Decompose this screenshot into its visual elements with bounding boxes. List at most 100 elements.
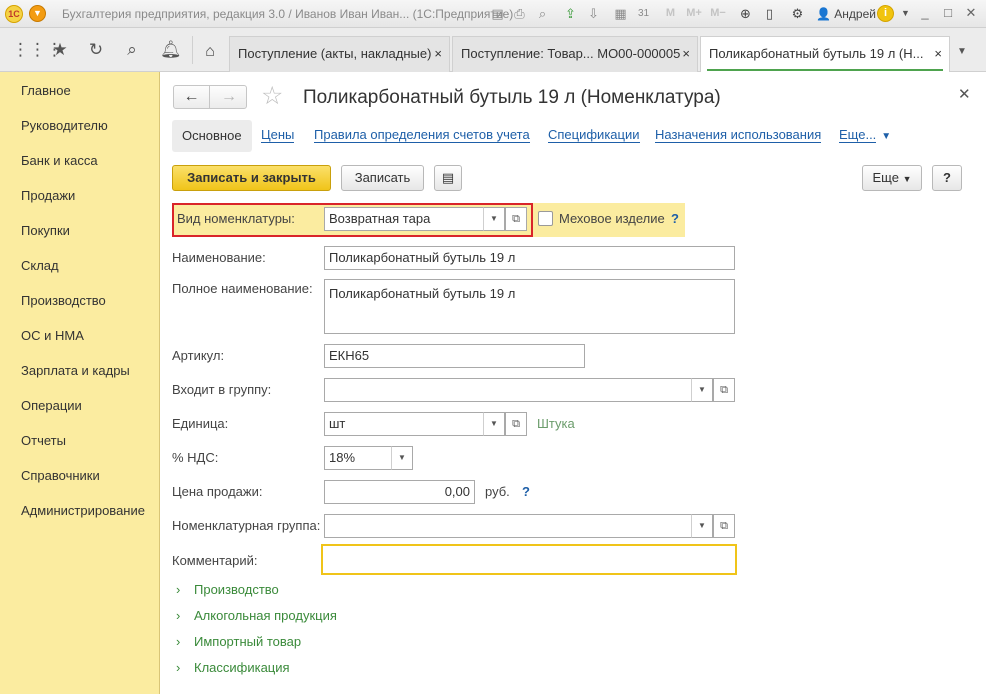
fur-product-checkbox[interactable]	[538, 211, 553, 226]
unit-field[interactable]: шт	[324, 412, 490, 436]
price-field[interactable]: 0,00	[324, 480, 475, 504]
sidebar-item-operations[interactable]: Операции	[21, 398, 82, 413]
info-dropdown-icon[interactable]: ▼	[897, 5, 914, 22]
window-icon[interactable]: ▯	[761, 5, 778, 22]
group-classification[interactable]: › Классификация	[176, 660, 290, 675]
more-actions-button[interactable]: Еще ▼	[862, 165, 922, 191]
minimize-button[interactable]: _	[915, 4, 935, 22]
save-button[interactable]: Записать	[341, 165, 424, 191]
comment-label: Комментарий:	[172, 553, 258, 568]
chevron-down-icon: ▼	[902, 174, 912, 184]
sidebar-item-catalogs[interactable]: Справочники	[21, 468, 100, 483]
info-icon[interactable]: i	[877, 5, 894, 22]
comment-field[interactable]	[321, 544, 737, 575]
sidebar-item-production[interactable]: Производство	[21, 293, 106, 308]
maximize-button[interactable]: □	[938, 4, 958, 22]
help-button[interactable]: ?	[932, 165, 962, 191]
chevron-down-icon[interactable]: ▼	[483, 412, 505, 436]
tabs-dropdown-icon[interactable]: ▼	[955, 46, 969, 58]
favorites-star-icon[interactable]: ★	[50, 40, 70, 60]
print-icon[interactable]: ⎙	[511, 5, 528, 22]
home-icon[interactable]: ⌂	[195, 36, 225, 72]
sidebar: Главное Руководителю Банк и касса Продаж…	[0, 72, 160, 694]
article-field[interactable]: ЕКН65	[324, 344, 585, 368]
download-icon[interactable]: ⇩	[585, 5, 602, 22]
sidebar-item-assets[interactable]: ОС и НМА	[21, 328, 84, 343]
user-name[interactable]: 👤 Андрей	[816, 7, 876, 21]
history-icon[interactable]: ↻	[86, 40, 106, 60]
open-icon[interactable]: ⧉	[505, 207, 527, 231]
main-menu-icon[interactable]: ▼	[29, 5, 46, 22]
apps-grid-icon[interactable]: ⋮⋮⋮	[12, 40, 63, 60]
page-title: Поликарбонатный бутыль 19 л (Номенклатур…	[303, 87, 721, 108]
sidebar-item-main[interactable]: Главное	[21, 83, 71, 98]
tab-usage-purposes[interactable]: Назначения использования	[655, 128, 822, 143]
favorite-star-icon[interactable]: ☆	[261, 83, 283, 109]
memory-plus-icon[interactable]: M+	[684, 5, 704, 22]
chevron-right-icon: ›	[176, 660, 181, 675]
memory-m-icon[interactable]: M	[662, 5, 679, 22]
group-production[interactable]: › Производство	[176, 582, 279, 597]
full-name-field[interactable]: Поликарбонатный бутыль 19 л	[324, 279, 735, 334]
sidebar-item-purchases[interactable]: Покупки	[21, 223, 70, 238]
sidebar-item-payroll[interactable]: Зарплата и кадры	[21, 363, 130, 378]
close-icon[interactable]: ×	[434, 37, 442, 71]
name-label: Наименование:	[172, 250, 266, 265]
open-icon[interactable]: ⧉	[505, 412, 527, 436]
tab-account-rules[interactable]: Правила определения счетов учета	[314, 128, 530, 143]
settings-icon[interactable]: ⚙	[789, 5, 806, 22]
save-and-close-button[interactable]: Записать и закрыть	[172, 165, 331, 191]
full-name-label: Полное наименование:	[172, 281, 313, 296]
tab-receipt-doc[interactable]: Поступление: Товар... МО00-000005 ×	[452, 36, 698, 72]
forward-arrow-icon[interactable]: →	[211, 86, 247, 108]
close-form-icon[interactable]: ✕	[958, 85, 971, 103]
sidebar-item-manager[interactable]: Руководителю	[21, 118, 108, 133]
fur-help-icon[interactable]: ?	[671, 211, 679, 226]
open-icon[interactable]: ⧉	[713, 378, 735, 402]
tab-specifications[interactable]: Спецификации	[548, 128, 640, 143]
chevron-right-icon: ›	[176, 634, 181, 649]
tab-nomenclature[interactable]: Поликарбонатный бутыль 19 л (Н... ×	[700, 36, 950, 73]
memory-minus-icon[interactable]: M−	[708, 5, 728, 22]
back-arrow-icon[interactable]: ←	[174, 86, 210, 108]
upload-icon[interactable]: ⇪	[562, 5, 579, 22]
price-help-icon[interactable]: ?	[522, 484, 530, 499]
open-icon[interactable]: ⧉	[713, 514, 735, 538]
user-icon: 👤	[816, 7, 831, 21]
chevron-down-icon[interactable]: ▼	[483, 207, 505, 231]
search-icon[interactable]: ⌕	[122, 40, 142, 60]
tab-main[interactable]: Основное	[172, 120, 252, 152]
calendar-icon[interactable]: 31	[635, 5, 652, 22]
nomenclature-type-field[interactable]: Возвратная тара	[324, 207, 490, 231]
nomenclature-form: ← → ☆ Поликарбонатный бутыль 19 л (Номен…	[161, 72, 986, 694]
vat-field[interactable]: 18%	[324, 446, 394, 470]
report-icon[interactable]: ▤	[434, 165, 462, 191]
sidebar-item-sales[interactable]: Продажи	[21, 188, 75, 203]
bell-icon[interactable]: 🔔︎	[160, 40, 182, 60]
sidebar-item-bank[interactable]: Банк и касса	[21, 153, 98, 168]
group-import[interactable]: › Импортный товар	[176, 634, 301, 649]
chevron-right-icon: ›	[176, 582, 181, 597]
name-field[interactable]: Поликарбонатный бутыль 19 л	[324, 246, 735, 270]
subnav-more-menu[interactable]: Еще... ▼	[839, 127, 891, 144]
group-alcohol[interactable]: › Алкогольная продукция	[176, 608, 337, 623]
fur-product-label: Меховое изделие	[559, 211, 665, 226]
title-bar: 1С ▼ Бухгалтерия предприятия, редакция 3…	[0, 0, 986, 28]
close-window-button[interactable]: ✕	[961, 4, 981, 22]
chevron-down-icon[interactable]: ▼	[691, 514, 713, 538]
chevron-down-icon[interactable]: ▼	[691, 378, 713, 402]
nomenclature-group-field[interactable]	[324, 514, 694, 538]
save-icon[interactable]: ▤	[489, 5, 506, 22]
print-preview-icon[interactable]: ⌕	[534, 5, 551, 22]
sidebar-item-warehouse[interactable]: Склад	[21, 258, 59, 273]
zoom-icon[interactable]: ⊕	[737, 5, 754, 22]
close-icon[interactable]: ×	[934, 37, 942, 71]
parent-group-field[interactable]	[324, 378, 694, 402]
chevron-down-icon[interactable]: ▼	[391, 446, 413, 470]
close-icon[interactable]: ×	[682, 37, 690, 71]
calculator-icon[interactable]: ▦	[612, 5, 629, 22]
tab-receipt-list[interactable]: Поступление (акты, накладные) ×	[229, 36, 450, 72]
sidebar-item-admin[interactable]: Администрирование	[21, 503, 145, 518]
tab-prices[interactable]: Цены	[261, 128, 295, 143]
sidebar-item-reports[interactable]: Отчеты	[21, 433, 66, 448]
